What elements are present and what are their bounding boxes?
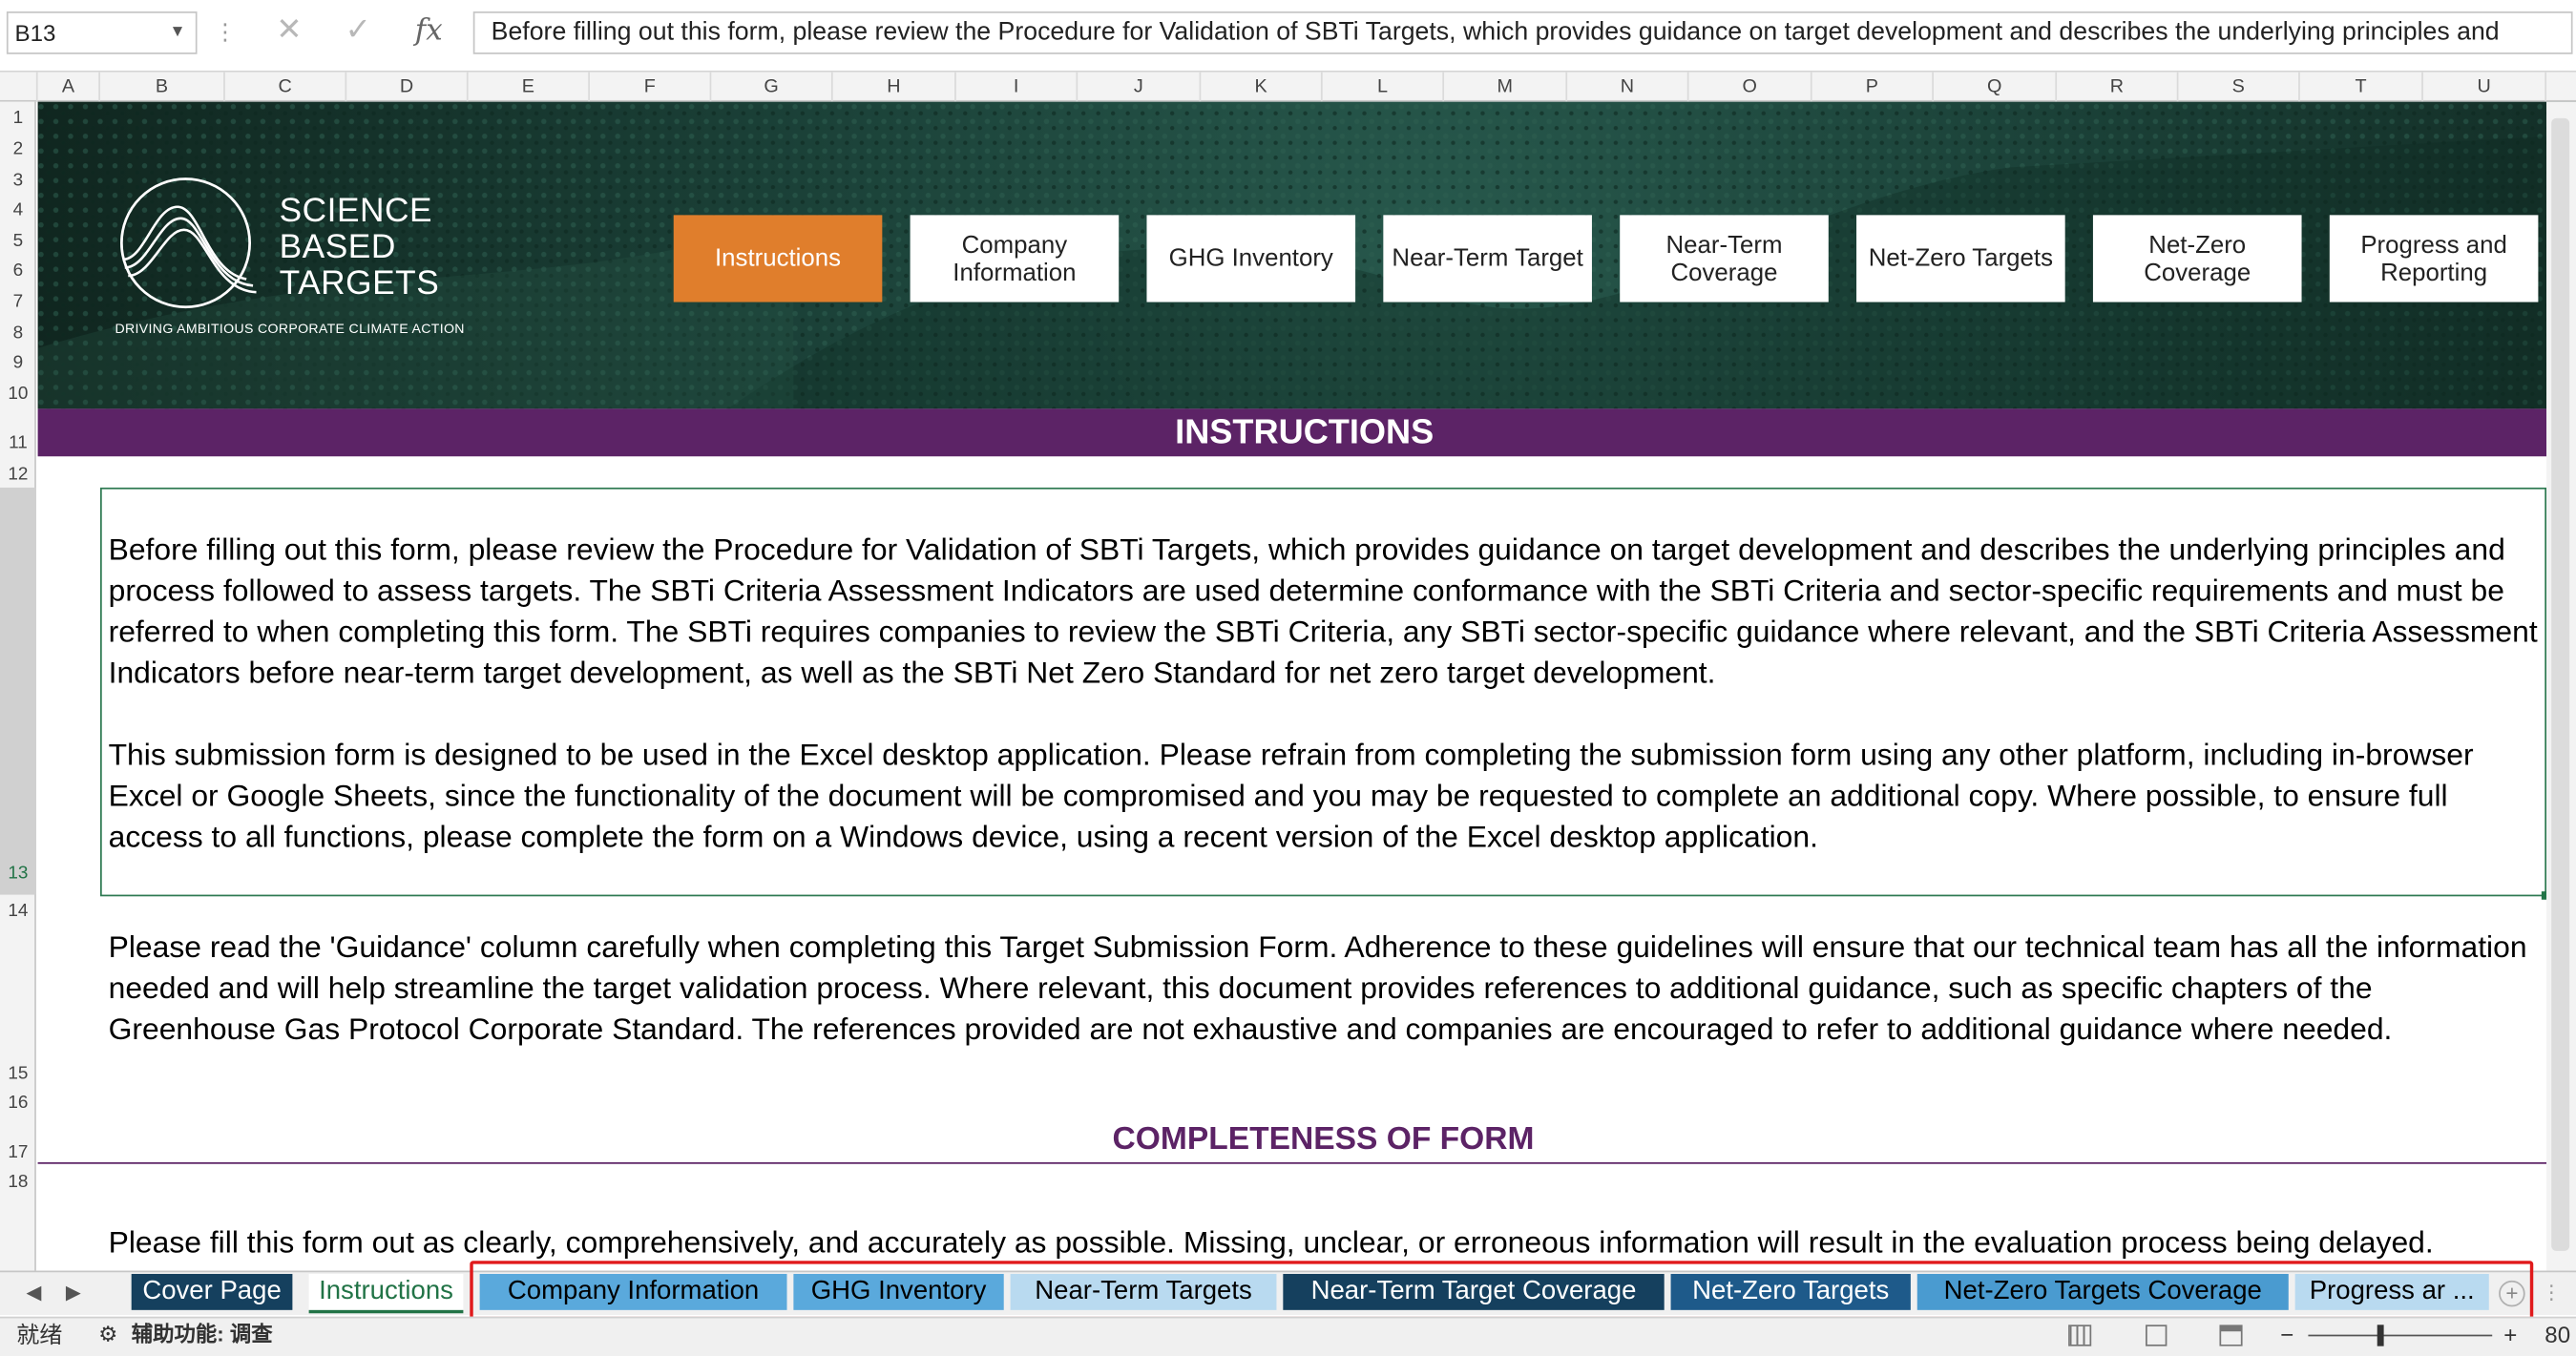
section-divider [37,1162,2571,1164]
column-header[interactable]: O [1688,72,1812,102]
column-header[interactable]: L [1323,72,1445,102]
select-all-corner[interactable] [0,72,38,102]
zoom-slider[interactable] [2308,1334,2493,1337]
confirm-icon[interactable]: ✓ [339,10,378,52]
column-header[interactable]: C [225,72,347,102]
insert-function-icon[interactable]: fx [408,10,450,52]
column-header[interactable]: U [2423,72,2547,102]
row-header[interactable]: 1 [0,109,36,130]
column-header[interactable]: R [2057,72,2179,102]
column-header[interactable]: J [1078,72,1202,102]
cell-reference: B13 [14,19,56,47]
row-header[interactable]: 9 [0,353,36,374]
accessibility-icon[interactable]: ⚙ [98,1318,117,1350]
row-header[interactable]: 8 [0,323,36,344]
row-header[interactable]: 6 [0,261,36,282]
row-header-selected[interactable]: 13 [0,487,36,895]
row-header[interactable]: 3 [0,171,36,192]
status-bar [0,1316,2576,1356]
row-header[interactable]: 5 [0,232,36,253]
column-header[interactable]: E [469,72,590,102]
normal-view-icon[interactable] [2068,1325,2092,1346]
column-header[interactable]: F [590,72,712,102]
column-header[interactable]: I [956,72,1079,102]
nav-button-ghg-inventory[interactable]: GHG Inventory [1146,215,1356,302]
formula-bar-grip-icon: ⋮ [213,17,237,45]
column-header[interactable]: D [346,72,469,102]
row-header[interactable]: 15 [0,1064,36,1085]
ready-status: 就绪 [16,1321,63,1348]
guidance-paragraph: Please read the 'Guidance' column carefu… [108,928,2527,1046]
zoom-in-button[interactable]: + [2503,1318,2517,1350]
column-header[interactable]: A [38,72,100,102]
column-header[interactable]: B [100,72,225,102]
scroll-tabs-right-icon[interactable]: ▶ [66,1274,81,1310]
instructions-paragraph-1: Before filling out this form, please rev… [108,532,2538,690]
page-layout-icon[interactable] [2146,1325,2168,1346]
zoom-slider-thumb[interactable] [2377,1325,2384,1346]
column-header[interactable]: T [2300,72,2423,102]
name-box[interactable]: B13 ▼ [6,11,198,54]
nav-button-company-information[interactable]: Company Information [910,215,1120,302]
add-sheet-icon[interactable]: + [2499,1280,2525,1307]
page-break-preview-icon[interactable] [2219,1325,2243,1346]
row-header[interactable]: 18 [0,1172,36,1193]
row-header[interactable]: 17 [0,1142,36,1163]
nav-button-net-zero-coverage[interactable]: Net-Zero Coverage [2092,215,2302,302]
nav-button-progress-and-reporting[interactable]: Progress and Reporting [2329,215,2539,302]
tab-splitter-handle-icon[interactable]: ⋮ [2542,1274,2562,1310]
sbti-logo-icon [119,177,257,309]
column-header[interactable]: K [1201,72,1323,102]
logo-line: SCIENCE [279,192,433,230]
row-header[interactable]: 16 [0,1094,36,1115]
sheet-tab-cover-page[interactable]: Cover Page [131,1273,293,1310]
column-header[interactable]: S [2178,72,2300,102]
nav-button-net-zero-targets[interactable]: Net-Zero Targets [1856,215,2065,302]
scroll-tabs-left-icon[interactable]: ◀ [27,1274,42,1310]
logo-line: TARGETS [279,263,440,302]
row-header[interactable]: 12 [0,465,36,486]
row-header[interactable]: 7 [0,292,36,313]
formula-input[interactable]: Before filling out this form, please rev… [472,11,2573,54]
zoom-level[interactable]: 80 [2545,1318,2570,1350]
zoom-out-button[interactable]: − [2280,1318,2293,1350]
column-header[interactable]: G [711,72,833,102]
accessibility-status[interactable]: 辅助功能: 调查 [132,1318,273,1350]
row-header[interactable]: 10 [0,385,36,406]
logo-line: BASED [279,228,396,266]
cancel-icon[interactable]: ✕ [269,10,308,52]
column-header[interactable]: Q [1934,72,2058,102]
instructions-paragraph-2: This submission form is designed to be u… [108,737,2474,854]
column-header[interactable]: H [833,72,956,102]
completeness-header: COMPLETENESS OF FORM [1112,1120,1535,1158]
column-header[interactable]: M [1444,72,1568,102]
instructions-header: INSTRUCTIONS [37,408,2571,457]
nav-button-near-term-coverage[interactable]: Near-Term Coverage [1620,215,1829,302]
nav-button-near-term-target[interactable]: Near-Term Target [1383,215,1592,302]
column-header[interactable]: N [1567,72,1689,102]
vertical-scrollbar-thumb[interactable] [2551,117,2570,1251]
chevron-down-icon[interactable]: ▼ [169,13,185,52]
row-header[interactable]: 2 [0,139,36,160]
row-header[interactable]: 4 [0,200,36,221]
row-header[interactable]: 14 [0,901,36,922]
sheet-tab-instructions[interactable]: Instructions [308,1273,464,1314]
column-header-bar: A B C D E F G H I J K L M N O P Q R S T … [0,72,2576,102]
nav-button-instructions[interactable]: Instructions [673,215,883,302]
column-header[interactable]: P [1812,72,1934,102]
highlight-box [470,1261,2534,1321]
logo-wordmark: SCIENCE BASED TARGETS [279,192,440,302]
logo-tagline: DRIVING AMBITIOUS CORPORATE CLIMATE ACTI… [115,322,465,337]
row-header[interactable]: 11 [0,433,36,454]
